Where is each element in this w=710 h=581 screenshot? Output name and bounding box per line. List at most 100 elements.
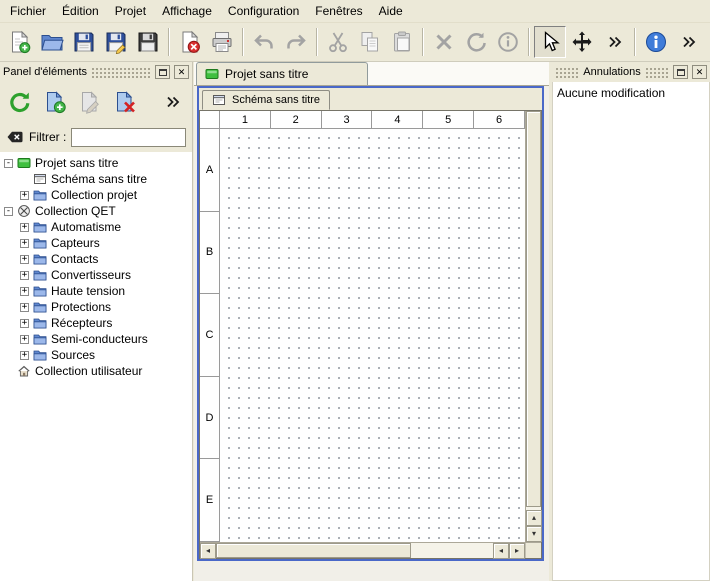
tree-item-label: Schéma sans titre <box>51 172 147 186</box>
tree-item-label: Projet sans titre <box>35 156 118 170</box>
expand-toggle[interactable]: + <box>20 351 29 360</box>
elements-panel-toolbar <box>0 82 192 122</box>
float-panel-button[interactable] <box>673 65 688 79</box>
row-ruler: ABCDE <box>200 129 220 542</box>
scroll-up-button[interactable]: ▴ <box>526 510 542 526</box>
project-tab[interactable]: Projet sans titre <box>196 62 368 85</box>
folder-icon <box>33 332 47 346</box>
left-arrow-icon: ◂ <box>206 547 210 555</box>
chevron-button[interactable] <box>672 26 704 58</box>
expand-toggle[interactable]: + <box>20 335 29 344</box>
tree-item-sources[interactable]: +Sources <box>0 347 192 363</box>
tree-item-capteurs[interactable]: +Capteurs <box>0 235 192 251</box>
close-panel-button[interactable]: ✕ <box>692 65 707 79</box>
chevron-icon <box>676 30 700 54</box>
expand-toggle[interactable]: - <box>4 159 13 168</box>
row-label-B: B <box>200 212 220 295</box>
close-panel-button[interactable]: ✕ <box>174 65 189 79</box>
column-label-6: 6 <box>474 111 525 129</box>
expand-toggle[interactable]: + <box>20 287 29 296</box>
menu-aide[interactable]: Aide <box>371 0 411 22</box>
scroll-left-button-secondary[interactable]: ◂ <box>493 543 509 559</box>
new-document-icon <box>8 30 32 54</box>
reload-collections-button[interactable] <box>5 87 35 117</box>
menu-projet[interactable]: Projet <box>107 0 154 22</box>
menu-configuration[interactable]: Configuration <box>220 0 307 22</box>
scroll-down-button[interactable]: ▾ <box>526 526 542 542</box>
clear-filter-button[interactable] <box>6 128 24 146</box>
expand-toggle[interactable]: + <box>20 271 29 280</box>
move-mode-button[interactable] <box>566 26 598 58</box>
diagram-view: 123456 ABCDE ▴ ▾ ◂ <box>199 110 542 559</box>
project-window: Schéma sans titre 123456 ABCDE <box>197 86 544 561</box>
float-panel-button[interactable] <box>155 65 170 79</box>
menu-edition[interactable]: Édition <box>54 0 107 22</box>
expand-toggle[interactable]: + <box>20 319 29 328</box>
tree-item-recepteurs[interactable]: +Récepteurs <box>0 315 192 331</box>
dock-grip <box>555 67 579 78</box>
tree-item-contacts[interactable]: + Contacts <box>0 251 192 267</box>
new-document-button[interactable] <box>4 26 36 58</box>
new-element-button[interactable] <box>40 87 70 117</box>
delete-element-button[interactable] <box>110 87 140 117</box>
menu-fichier[interactable]: Fichier <box>2 0 54 22</box>
tree-item-schema-sans-titre[interactable]: Schéma sans titre <box>0 171 192 187</box>
column-label-1: 1 <box>220 111 271 129</box>
tree-item-protections[interactable]: +Protections <box>0 299 192 315</box>
scroll-right-button[interactable]: ▸ <box>509 543 525 559</box>
expand-toggle[interactable]: + <box>20 191 29 200</box>
rotate-icon <box>464 30 488 54</box>
expand-toggle[interactable]: + <box>20 239 29 248</box>
toolbar-separator <box>316 28 318 56</box>
tree-item-projet-sans-titre[interactable]: - Projet sans titre <box>0 155 192 171</box>
tree-item-convertisseurs[interactable]: +Convertisseurs <box>0 267 192 283</box>
move-mode-icon <box>570 30 594 54</box>
menu-fenetres[interactable]: Fenêtres <box>307 0 370 22</box>
elements-panel-header: Panel d'éléments ✕ <box>0 62 192 82</box>
toolbar-separator <box>168 28 170 56</box>
filter-input[interactable] <box>71 128 186 147</box>
save-button[interactable] <box>68 26 100 58</box>
expand-toggle[interactable]: + <box>20 255 29 264</box>
tree-item-collection-utilisateur[interactable]: Collection utilisateur <box>0 363 192 379</box>
folder-icon <box>33 300 47 314</box>
horizontal-scrollbar[interactable]: ◂ ◂ ▸ <box>200 543 525 558</box>
schema-tab[interactable]: Schéma sans titre <box>202 90 330 110</box>
select-pointer-button[interactable] <box>534 26 566 58</box>
tree-item-collection-projet[interactable]: +Collection projet <box>0 187 192 203</box>
about-qet-button[interactable] <box>640 26 672 58</box>
vertical-scrollbar[interactable]: ▴ ▾ <box>525 111 541 542</box>
expand-toggle[interactable]: + <box>20 223 29 232</box>
project-icon <box>205 67 219 81</box>
tree-item-semi-conducteurs[interactable]: +Semi-conducteurs <box>0 331 192 347</box>
save-as-button[interactable] <box>100 26 132 58</box>
save-all-button[interactable] <box>132 26 164 58</box>
save-as-icon <box>104 30 128 54</box>
column-label-2: 2 <box>271 111 322 129</box>
tree-item-automatisme[interactable]: + Automatisme <box>0 219 192 235</box>
schema-canvas[interactable] <box>220 129 525 542</box>
undo-panel-title: Annulations <box>583 66 641 78</box>
vscroll-thumb[interactable] <box>526 111 541 507</box>
tree-item-label: Automatisme <box>51 220 121 234</box>
print-button[interactable] <box>206 26 238 58</box>
expand-toggle[interactable]: - <box>4 207 13 216</box>
save-all-icon <box>136 30 160 54</box>
close-document-button[interactable] <box>174 26 206 58</box>
menu-affichage[interactable]: Affichage <box>154 0 220 22</box>
scrollbar-corner <box>525 543 541 558</box>
ruler-corner <box>200 111 220 129</box>
chevron-button[interactable] <box>598 26 630 58</box>
redo-icon <box>284 30 308 54</box>
chevron-button[interactable] <box>157 87 187 117</box>
hscroll-track[interactable] <box>411 543 493 558</box>
expand-toggle[interactable]: + <box>20 303 29 312</box>
open-folder-button[interactable] <box>36 26 68 58</box>
paste-icon <box>390 30 414 54</box>
tree-item-label: Contacts <box>51 252 98 266</box>
hscroll-thumb[interactable] <box>216 543 411 558</box>
copy-icon <box>358 30 382 54</box>
tree-item-haute-tension[interactable]: +Haute tension <box>0 283 192 299</box>
scroll-left-button[interactable]: ◂ <box>200 543 216 559</box>
tree-item-collection-qet[interactable]: -Collection QET <box>0 203 192 219</box>
